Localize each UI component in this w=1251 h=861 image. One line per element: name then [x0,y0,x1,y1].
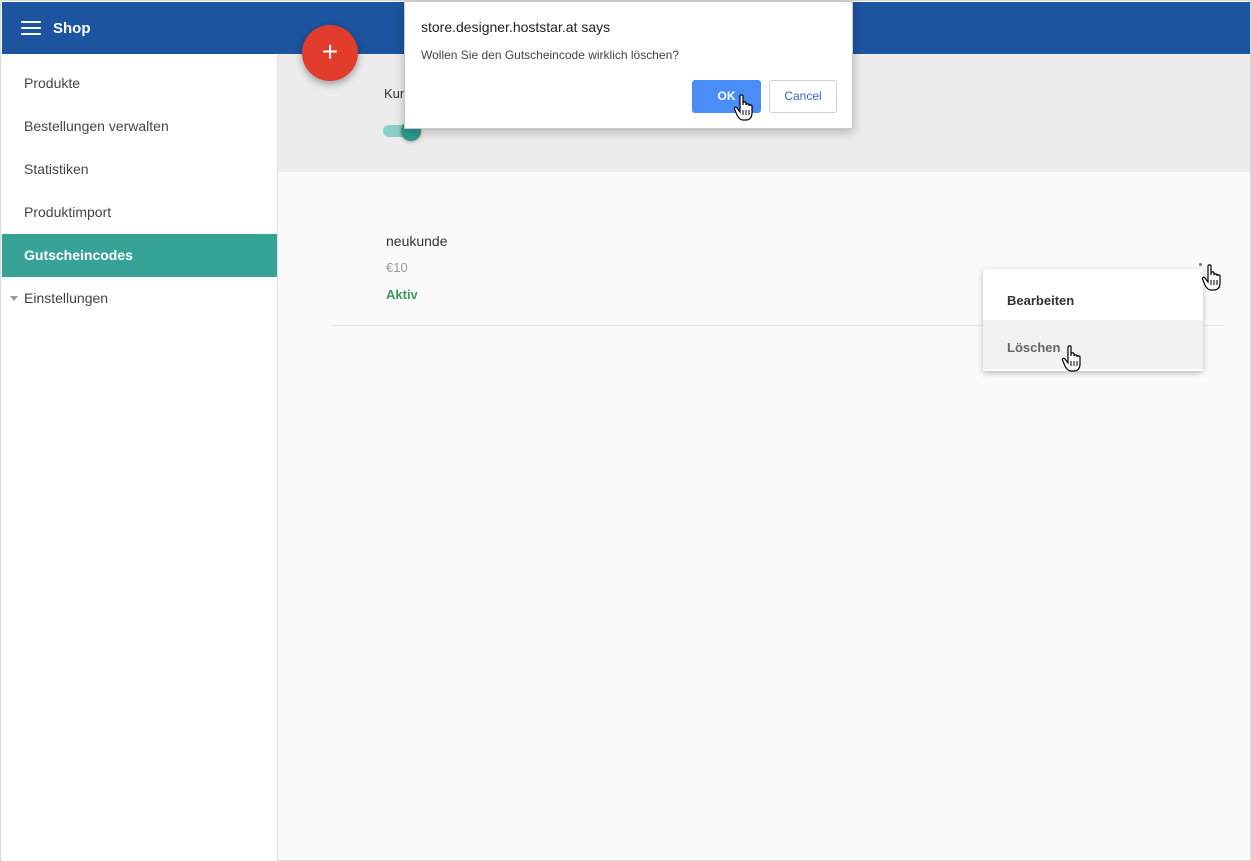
sidebar-item-produktimport[interactable]: Produktimport [2,191,277,234]
sidebar-item-label: Produktimport [24,204,112,220]
sidebar-item-label: Bestellungen verwalten [24,118,169,134]
voucher-status: Aktiv [386,287,418,302]
sidebar-item-produkte[interactable]: Produkte [2,62,277,105]
menu-item-label: Bearbeiten [1007,293,1075,308]
sidebar-item-bestellungen[interactable]: Bestellungen verwalten [2,105,277,148]
voucher-value: €10 [386,260,408,275]
dialog-message: Wollen Sie den Gutscheincode wirklich lö… [421,48,679,62]
app-title: Shop [53,20,91,37]
cancel-button[interactable]: Cancel [769,80,837,113]
hand-cursor-icon [1061,345,1081,372]
plus-icon: + [321,36,339,67]
menu-item-bearbeiten[interactable]: Bearbeiten [983,273,1203,322]
sidebar-item-label: Einstellungen [24,290,109,306]
hamburger-menu-icon[interactable] [21,21,41,37]
dialog-title: store.designer.hoststar.at says [421,19,611,35]
menu-item-loeschen[interactable]: Löschen [983,320,1203,369]
sidebar-item-label: Statistiken [24,161,89,177]
sidebar-item-label: Gutscheincodes [24,247,133,263]
sidebar-item-gutscheincodes[interactable]: Gutscheincodes [2,234,277,277]
confirm-dialog: store.designer.hoststar.at says Wollen S… [404,1,853,129]
context-menu: Bearbeiten Löschen [983,269,1203,371]
sidebar: Produkte Bestellungen verwalten Statisti… [2,54,278,861]
sidebar-item-einstellungen[interactable]: Einstellungen [2,277,277,320]
browser-viewport: Shop Produkte Bestellungen verwalten Sta… [0,0,1251,861]
add-voucher-button[interactable]: + [302,25,358,81]
voucher-name: neukunde [386,233,448,249]
caret-down-icon [10,296,18,301]
menu-item-label: Löschen [1007,340,1061,355]
sidebar-item-statistiken[interactable]: Statistiken [2,148,277,191]
hand-cursor-icon [1201,264,1221,291]
hand-cursor-icon [733,94,753,121]
sidebar-item-label: Produkte [24,75,81,91]
